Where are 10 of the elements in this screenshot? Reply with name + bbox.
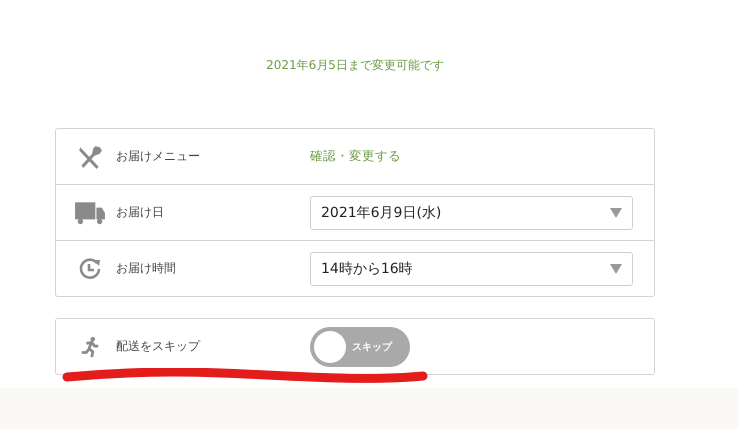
row-label: お届けメニュー	[116, 148, 200, 165]
dropdown-field[interactable]: 14時から16時	[310, 252, 633, 286]
deadline-note: 2021年6月5日まで変更可能です	[266, 57, 444, 74]
caret-icon	[610, 264, 622, 274]
caret-icon	[610, 208, 622, 218]
row-label: お届け時間	[116, 260, 176, 277]
truck-icon	[74, 200, 106, 226]
dropdown-field[interactable]: 2021年6月9日(水)	[310, 196, 633, 230]
row-label: お届け日	[116, 204, 164, 221]
row-label: 配送をスキップ	[116, 338, 200, 355]
